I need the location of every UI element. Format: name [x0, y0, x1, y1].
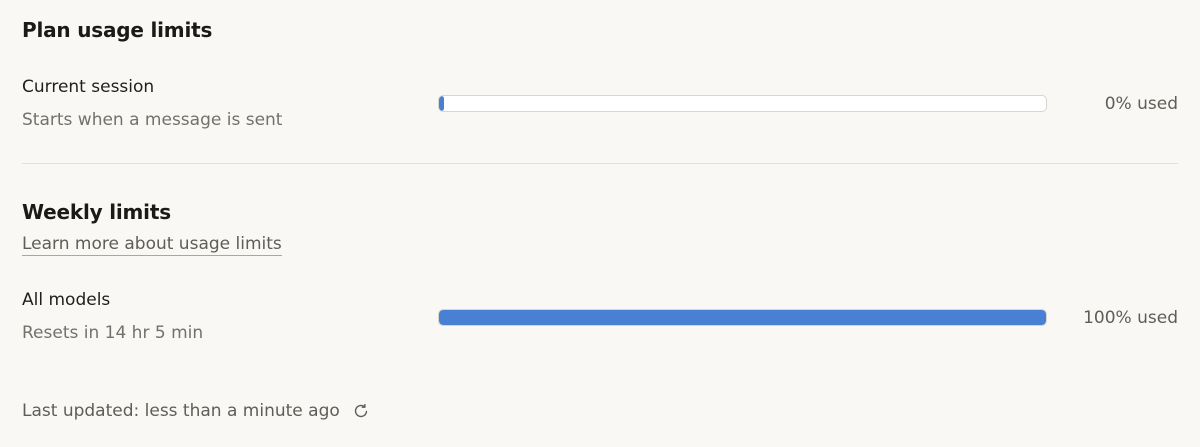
- last-updated-text: Last updated: less than a minute ago: [22, 401, 340, 421]
- all-models-progress-bar: [438, 309, 1047, 326]
- all-models-usage: 100% used: [1083, 308, 1178, 328]
- current-session-usage: 0% used: [1104, 94, 1178, 114]
- current-session-sub: Starts when a message is sent: [22, 110, 283, 130]
- current-session-progress-bar: [438, 95, 1047, 112]
- current-session-label: Current session: [22, 77, 155, 97]
- all-models-sub: Resets in 14 hr 5 min: [22, 323, 204, 343]
- plan-usage-title: Plan usage limits: [22, 18, 213, 42]
- learn-more-link[interactable]: Learn more about usage limits: [22, 234, 282, 256]
- refresh-icon[interactable]: [352, 402, 370, 420]
- weekly-limits-title: Weekly limits: [22, 200, 171, 224]
- section-divider: [22, 163, 1178, 164]
- all-models-progress-fill: [439, 310, 1046, 325]
- current-session-progress-fill: [439, 96, 444, 111]
- all-models-label: All models: [22, 290, 111, 310]
- footer: Last updated: less than a minute ago: [22, 401, 370, 421]
